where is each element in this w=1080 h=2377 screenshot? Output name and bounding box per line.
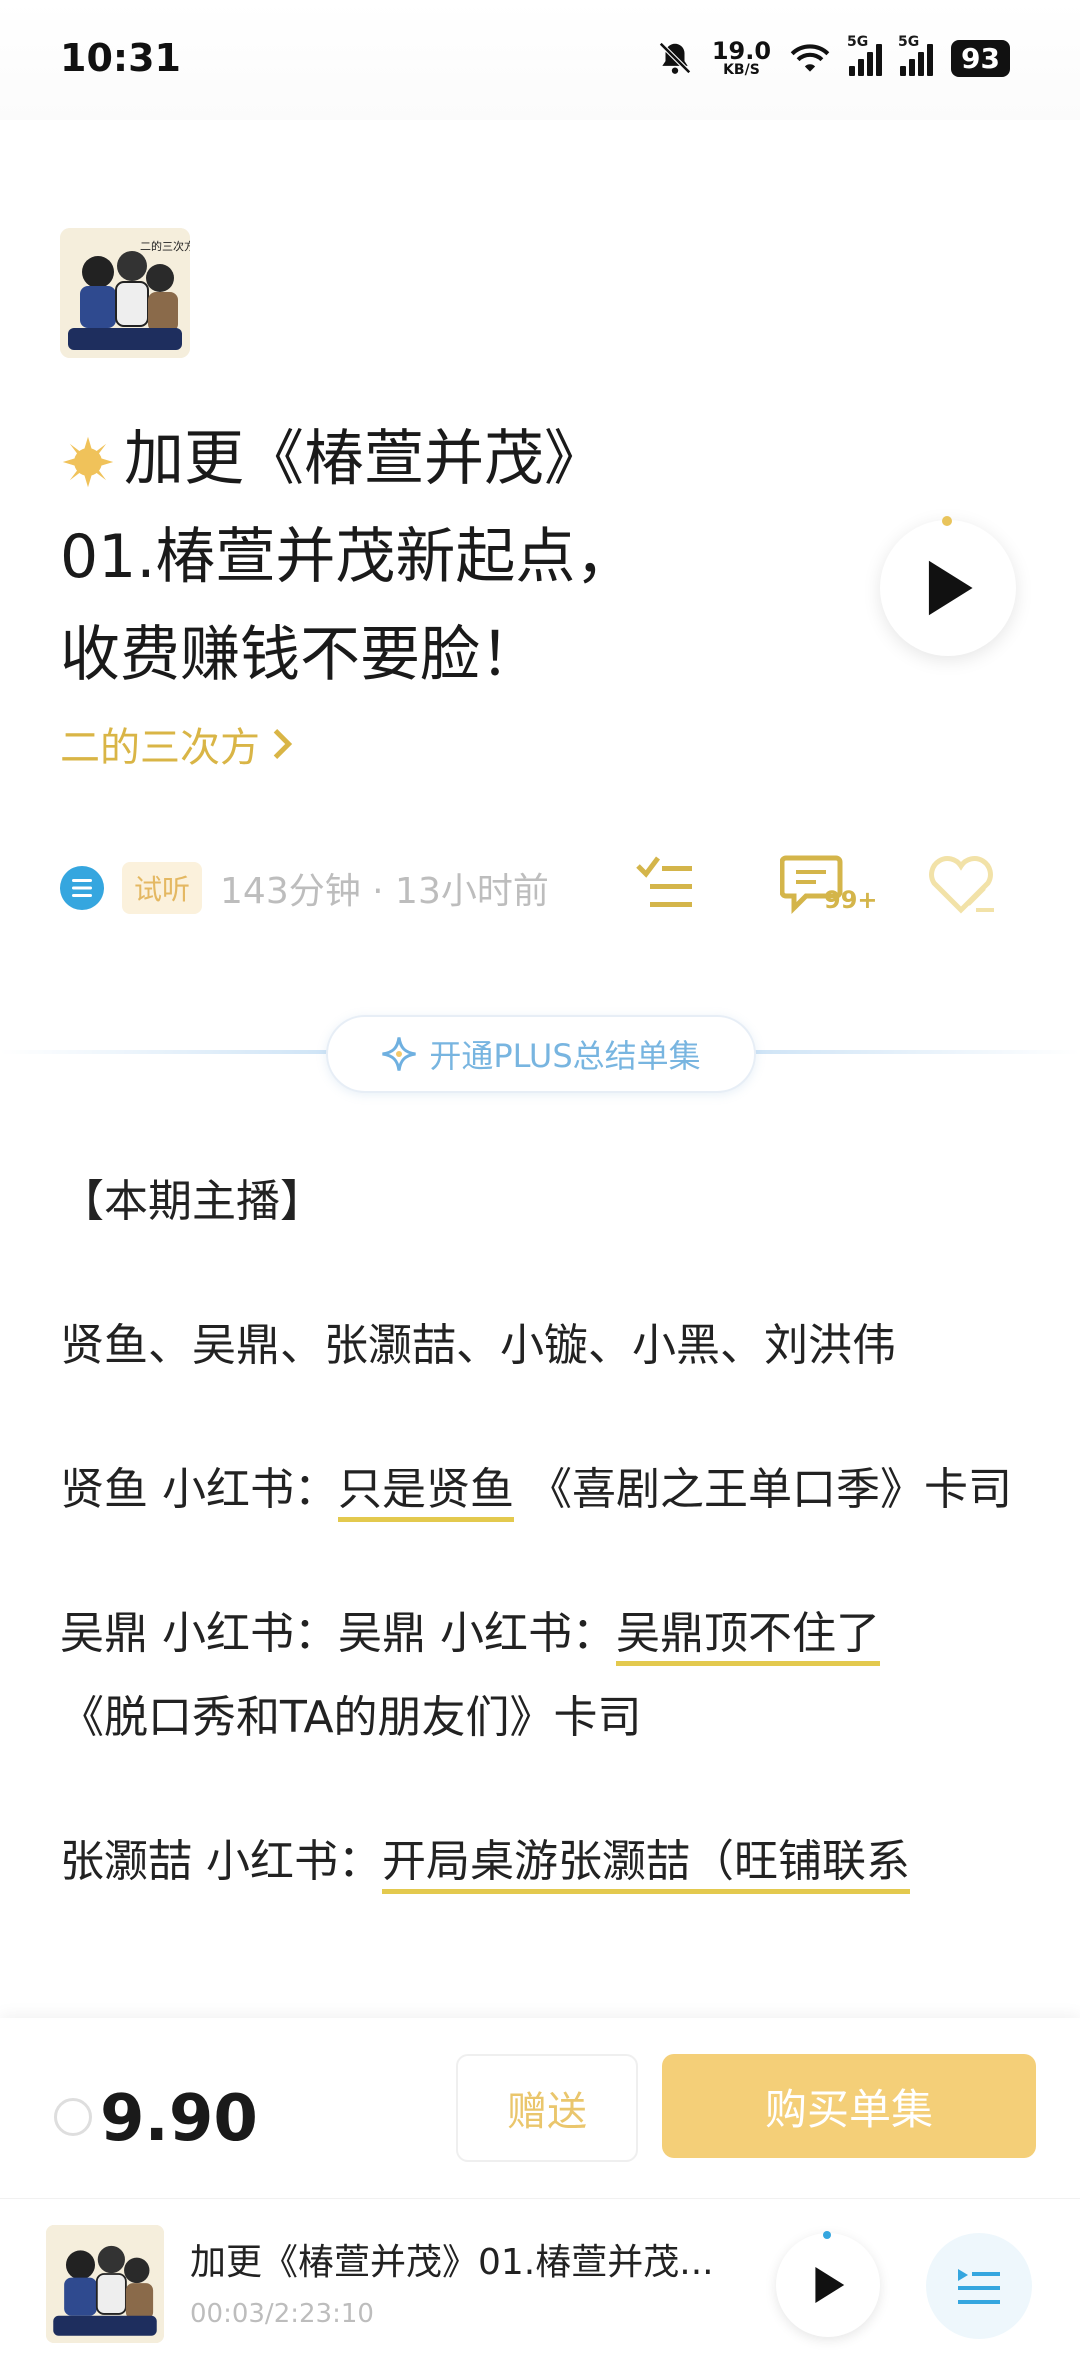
progress-dot [823,2231,831,2239]
plus-summary-label: 开通PLUS总结单集 [429,1037,701,1075]
clock: 10:31 [60,36,181,80]
net-speed: 19.0 KB/S [711,37,772,78]
episode-description: 【本期主播】 贤鱼、吴鼎、张灏喆、小镟、小黑、刘洪伟 贤鱼 小红书：只是贤鱼 《… [60,1160,1020,1964]
hosts-list: 贤鱼、吴鼎、张灏喆、小镟、小黑、刘洪伟 [60,1320,896,1371]
podcast-cover[interactable]: 二的三次方 [60,228,190,358]
heart-icon[interactable] [924,852,998,918]
mini-play-button[interactable] [776,2231,880,2337]
status-bar: 10:31 19.0 KB/S 5G 5G 93 [0,0,1080,120]
mini-player-title: 加更《椿萱并茂》01.椿萱并茂... [190,2242,714,2283]
comment-button[interactable]: 99+ [780,852,880,922]
host-paragraph: 贤鱼 小红书：只是贤鱼 《喜剧之王单口季》卡司 [60,1448,1020,1532]
wifi-icon [790,44,830,72]
episode-title: 加更《椿萱并茂》 01.椿萱并茂新起点， 收费赚钱不要脸！ [60,410,880,704]
bell-muted-icon [658,42,691,74]
host-paragraph: 张灏喆 小红书：开局桌游张灏喆（旺铺联系 [60,1820,1020,1904]
xiaohongshu-link[interactable]: 只是贤鱼 [338,1464,514,1522]
mini-player-time: 00:03/2:23:10 [190,2299,374,2329]
xiaohongshu-link[interactable]: 开局桌游张灏喆（旺铺联系 [382,1836,910,1894]
progress-dot [942,516,952,526]
plus-summary-button[interactable]: 开通PLUS总结单集 [326,1015,756,1093]
title-line-1: 加更《椿萱并茂》 [124,424,604,494]
sun-badge-icon [62,437,114,488]
mini-player[interactable]: 加更《椿萱并茂》01.椿萱并茂... 00:03/2:23:10 [0,2198,1080,2377]
play-button[interactable] [880,516,1016,656]
shownotes-icon[interactable] [60,866,104,910]
mini-player-cover[interactable] [46,2225,164,2343]
title-line-3: 收费赚钱不要脸！ [60,620,540,690]
gift-button[interactable]: 赠送 [456,2054,638,2162]
title-line-2: 01.椿萱并茂新起点， [60,522,636,592]
add-to-playlist-icon[interactable] [632,852,698,918]
xiaohongshu-link[interactable]: 吴鼎顶不住了 [615,1608,880,1666]
play-icon [815,2267,845,2303]
battery-indicator: 93 [951,39,1010,77]
playlist-queue-button[interactable] [926,2233,1032,2339]
podcast-author-link[interactable]: 二的三次方 [60,715,296,773]
svg-text:二的三次方: 二的三次方 [140,239,190,253]
author-name: 二的三次方 [60,725,260,771]
purchase-bar: 9.90 赠送 购买单集 [0,2018,1080,2198]
comment-count: 99+ [824,886,878,914]
buy-episode-button[interactable]: 购买单集 [662,2054,1036,2158]
signal-icon-sim1: 5G [847,34,883,76]
status-icons: 19.0 KB/S 5G 5G 93 [656,34,1010,80]
episode-meta: 试听 143分钟 · 13小时前 [60,860,549,916]
play-icon [928,560,973,616]
coin-icon [54,2098,92,2136]
host-paragraph: 吴鼎 小红书：吴鼎 小红书：吴鼎顶不住了 《脱口秀和TA的朋友们》卡司 [60,1608,880,1743]
signal-icon-sim2: 5G [898,34,934,76]
trial-badge: 试听 [122,862,203,914]
sparkle-icon [382,1037,417,1071]
hosts-heading: 【本期主播】 [60,1176,324,1227]
queue-icon [958,2269,1000,2304]
chevron-right-icon [273,729,293,759]
duration-and-date: 143分钟 · 13小时前 [220,871,549,912]
price: 9.90 [100,2082,258,2156]
